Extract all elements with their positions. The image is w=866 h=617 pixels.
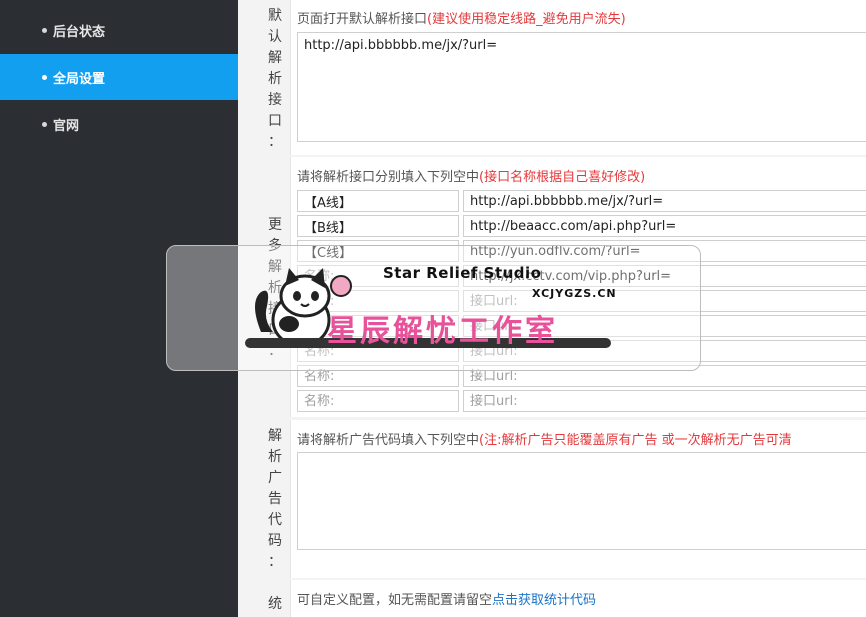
- line-url-input[interactable]: [464, 391, 866, 411]
- default-api-label: 默 认 解 析 接 口 ：: [268, 8, 282, 150]
- watermark-url-text: XCJYGZS.CN: [532, 287, 617, 300]
- ad-code-textarea-box[interactable]: [297, 452, 866, 550]
- default-api-hint: 页面打开默认解析接口(建议使用稳定线路_避免用户流失): [297, 12, 626, 27]
- default-api-input[interactable]: [297, 32, 866, 142]
- bullet-icon: [42, 74, 47, 80]
- sidebar-item-global-settings[interactable]: 全局设置: [0, 54, 238, 100]
- line-name-input[interactable]: [298, 191, 458, 211]
- line-url-input[interactable]: [464, 216, 866, 236]
- sidebar-item-website[interactable]: 官网: [0, 101, 238, 147]
- stats-section: 统 可自定义配置，如无需配置请留空点击获取统计代码: [260, 580, 866, 617]
- default-api-section: 默 认 解 析 接 口 ： 页面打开默认解析接口(建议使用稳定线路_避免用户流失…: [260, 0, 866, 155]
- bullet-icon: [42, 121, 47, 127]
- get-stats-code-link[interactable]: 点击获取统计代码: [492, 593, 596, 608]
- sidebar-item-label: 后台状态: [53, 24, 106, 40]
- default-api-content: 页面打开默认解析接口(建议使用稳定线路_避免用户流失): [290, 0, 866, 155]
- ad-code-hint: 请将解析广告代码填入下列空中(注:解析广告只能覆盖原有广告 或一次解析无广告可清: [297, 433, 792, 448]
- ad-code-textarea[interactable]: [298, 453, 866, 549]
- sidebar-item-label: 全局设置: [53, 71, 106, 87]
- stats-hint: 可自定义配置，如无需配置请留空点击获取统计代码: [297, 593, 597, 608]
- sidebar-item-status[interactable]: 后台状态: [0, 7, 238, 53]
- stats-label: 统: [268, 596, 282, 612]
- ad-code-content: 请将解析广告代码填入下列空中(注:解析广告只能覆盖原有广告 或一次解析无广告可清: [290, 420, 866, 578]
- watermark-english-text: Star Relief Studio: [383, 264, 542, 282]
- sidebar-item-label: 官网: [53, 118, 80, 134]
- default-api-field[interactable]: [298, 33, 866, 57]
- api-line-row: [297, 215, 866, 237]
- watermark-overlay: Star Relief Studio XCJYGZS.CN 星辰解忧工作室: [166, 245, 701, 371]
- more-api-hint: 请将解析接口分别填入下列空中(接口名称根据自己喜好修改): [297, 170, 646, 185]
- ad-code-label: 解 析 广 告 代 码 ：: [268, 428, 282, 570]
- stats-content: 可自定义配置，如无需配置请留空点击获取统计代码: [290, 580, 866, 617]
- bullet-icon: [42, 27, 47, 33]
- line-url-input[interactable]: [464, 191, 866, 211]
- api-line-row: [297, 390, 866, 412]
- line-name-input[interactable]: [298, 216, 458, 236]
- api-line-row: [297, 190, 866, 212]
- watermark-chinese-text: 星辰解忧工作室: [327, 314, 558, 349]
- ad-code-section: 解 析 广 告 代 码 ： 请将解析广告代码填入下列空中(注:解析广告只能覆盖原…: [260, 420, 866, 580]
- line-name-input[interactable]: [298, 391, 458, 411]
